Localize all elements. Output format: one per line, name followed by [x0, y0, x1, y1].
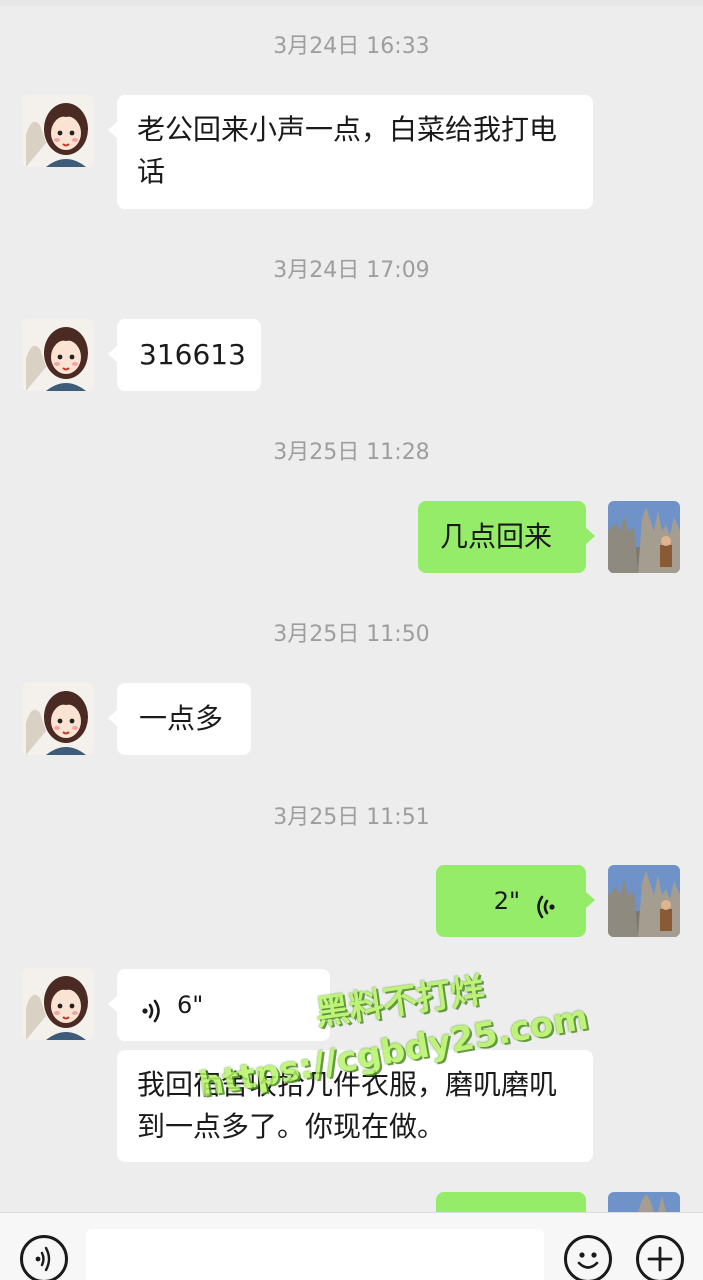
my-avatar[interactable]	[608, 501, 680, 573]
message-text: 316613	[139, 338, 246, 371]
top-bar-edge	[0, 0, 703, 6]
timestamp: 3月25日 11:28	[273, 440, 430, 465]
plus-icon[interactable]	[636, 1235, 684, 1280]
voice-duration: 2"	[493, 887, 520, 915]
watermark-title: 黑料不打烊	[313, 970, 488, 1034]
message-bubble[interactable]: 老公回来小声一点，白菜给我打电话	[108, 95, 593, 209]
message-bubble[interactable]: 316613	[108, 319, 261, 391]
emoji-icon[interactable]	[564, 1235, 612, 1280]
input-bar	[0, 1212, 703, 1280]
contact-avatar[interactable]	[22, 95, 94, 167]
my-voice-message[interactable]: 2"	[436, 865, 595, 937]
voice-wave-icon	[139, 993, 163, 1023]
message-text: 老公回来小声一点，白菜给我打电话	[137, 113, 558, 188]
timestamp: 3月24日 17:09	[273, 258, 430, 283]
my-avatar[interactable]	[608, 1192, 680, 1212]
timestamp: 3月25日 11:51	[273, 805, 430, 830]
message-bubble[interactable]: 一点多	[108, 683, 251, 755]
message-text: 我回宿舍收拾几件衣服，磨叽磨叽到一点多了。你现在做。	[137, 1068, 558, 1143]
my-message-bubble-partial[interactable]	[436, 1192, 586, 1212]
contact-avatar[interactable]	[22, 968, 94, 1040]
message-text: 一点多	[139, 702, 224, 735]
voice-input-icon[interactable]	[20, 1235, 68, 1280]
my-avatar[interactable]	[608, 865, 680, 937]
my-message-bubble[interactable]: 几点回来	[418, 501, 595, 573]
voice-duration: 6"	[177, 991, 204, 1019]
timestamp: 3月25日 11:50	[273, 622, 430, 647]
message-bubble[interactable]: 我回宿舍收拾几件衣服，磨叽磨叽到一点多了。你现在做。	[117, 1050, 593, 1162]
message-text: 几点回来	[440, 520, 553, 553]
contact-avatar[interactable]	[22, 683, 94, 755]
contact-avatar[interactable]	[22, 319, 94, 391]
voice-message[interactable]: 6"	[108, 969, 330, 1041]
timestamp: 3月24日 16:33	[273, 34, 430, 59]
voice-wave-icon	[534, 889, 558, 919]
message-input[interactable]	[86, 1229, 544, 1280]
chat-screen: 3月24日 16:33 3月24日 17:09 3月25日 11:28 3月25…	[0, 0, 703, 1280]
